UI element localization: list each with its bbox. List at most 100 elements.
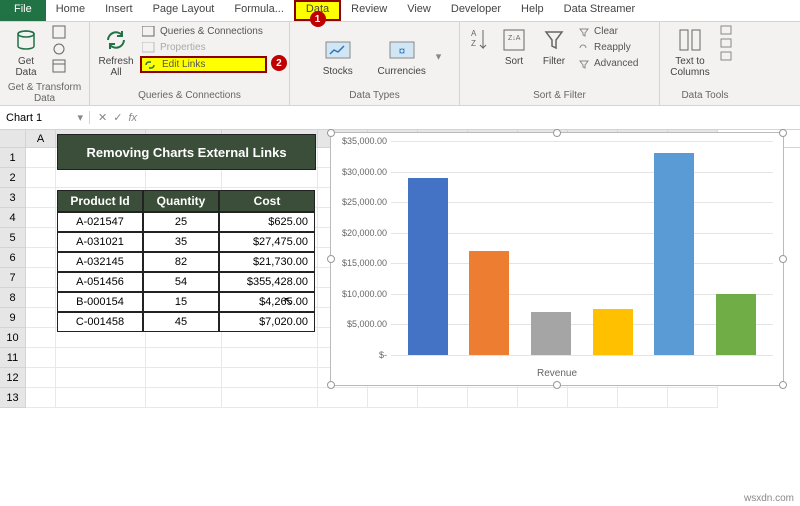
cell[interactable] bbox=[222, 368, 318, 388]
cell[interactable] bbox=[618, 388, 668, 408]
cell-quantity[interactable]: 54 bbox=[143, 272, 219, 292]
cell[interactable] bbox=[518, 388, 568, 408]
row-header[interactable]: 10 bbox=[0, 328, 26, 348]
cell[interactable] bbox=[368, 388, 418, 408]
cell[interactable] bbox=[26, 328, 56, 348]
cell-cost[interactable]: $4,265.00 bbox=[219, 292, 315, 312]
chart-plot-area[interactable]: $35,000.00$30,000.00$25,000.00$20,000.00… bbox=[391, 141, 773, 355]
cell-quantity[interactable]: 82 bbox=[143, 252, 219, 272]
datatypes-expand-icon[interactable]: ▾ bbox=[436, 50, 442, 63]
tab-insert[interactable]: Insert bbox=[95, 0, 143, 21]
cell-product-id[interactable]: A-032145 bbox=[57, 252, 143, 272]
cell-cost[interactable]: $7,020.00 bbox=[219, 312, 315, 332]
select-all-corner[interactable] bbox=[0, 130, 26, 147]
cell[interactable] bbox=[222, 348, 318, 368]
cell[interactable] bbox=[56, 388, 146, 408]
row-header[interactable]: 9 bbox=[0, 308, 26, 328]
cell-product-id[interactable]: B-000154 bbox=[57, 292, 143, 312]
cell[interactable] bbox=[56, 348, 146, 368]
cell[interactable] bbox=[26, 368, 56, 388]
row-header[interactable]: 11 bbox=[0, 348, 26, 368]
edit-links-button[interactable]: Edit Links 2 bbox=[140, 56, 267, 73]
row-header[interactable]: 5 bbox=[0, 228, 26, 248]
chart-bar[interactable] bbox=[593, 309, 633, 355]
get-data-button[interactable]: Get Data bbox=[6, 24, 46, 80]
chart-bar[interactable] bbox=[654, 153, 694, 355]
cell-product-id[interactable]: A-051456 bbox=[57, 272, 143, 292]
tab-view[interactable]: View bbox=[397, 0, 441, 21]
reapply-button[interactable]: Reapply bbox=[576, 40, 642, 55]
tab-formulas[interactable]: Formula... bbox=[224, 0, 294, 21]
cell[interactable] bbox=[26, 168, 56, 188]
tab-data-streamer[interactable]: Data Streamer bbox=[554, 0, 646, 21]
fx-icon[interactable]: fx bbox=[128, 112, 137, 124]
tab-home[interactable]: Home bbox=[46, 0, 95, 21]
cell[interactable] bbox=[56, 368, 146, 388]
chart-bar[interactable] bbox=[469, 251, 509, 355]
cell-quantity[interactable]: 35 bbox=[143, 232, 219, 252]
clear-button[interactable]: Clear bbox=[576, 24, 642, 39]
row-header[interactable]: 1 bbox=[0, 148, 26, 168]
row-header[interactable]: 8 bbox=[0, 288, 26, 308]
currencies-button[interactable]: ¤ Currencies bbox=[372, 34, 432, 79]
row-header[interactable]: 3 bbox=[0, 188, 26, 208]
cell[interactable] bbox=[318, 388, 368, 408]
cell-product-id[interactable]: A-031021 bbox=[57, 232, 143, 252]
tab-review[interactable]: Review bbox=[341, 0, 397, 21]
cell[interactable] bbox=[26, 208, 56, 228]
cell[interactable] bbox=[26, 348, 56, 368]
cell-product-id[interactable]: A-021547 bbox=[57, 212, 143, 232]
cell[interactable] bbox=[468, 388, 518, 408]
cell-cost[interactable]: $355,428.00 bbox=[219, 272, 315, 292]
cell[interactable] bbox=[418, 388, 468, 408]
row-header[interactable]: 2 bbox=[0, 168, 26, 188]
tab-developer[interactable]: Developer bbox=[441, 0, 511, 21]
queries-connections-button[interactable]: Queries & Connections bbox=[140, 24, 267, 39]
from-table-icon[interactable] bbox=[50, 58, 70, 74]
tab-page-layout[interactable]: Page Layout bbox=[143, 0, 225, 21]
cell-cost[interactable]: $27,475.00 bbox=[219, 232, 315, 252]
row-header[interactable]: 13 bbox=[0, 388, 26, 408]
from-web-icon[interactable] bbox=[50, 41, 70, 57]
cell[interactable] bbox=[668, 388, 718, 408]
flash-fill-icon[interactable] bbox=[718, 24, 736, 36]
sort-button[interactable]: Z↓A Sort bbox=[496, 24, 532, 69]
row-header[interactable]: 6 bbox=[0, 248, 26, 268]
name-box-dropdown-icon[interactable]: ▾ bbox=[77, 111, 83, 124]
tab-help[interactable]: Help bbox=[511, 0, 554, 21]
text-to-columns-button[interactable]: Text to Columns bbox=[666, 24, 714, 80]
tab-file[interactable]: File bbox=[0, 0, 46, 21]
name-box[interactable]: Chart 1 ▾ bbox=[0, 111, 90, 124]
chart-bar[interactable] bbox=[716, 294, 756, 355]
cell[interactable] bbox=[26, 288, 56, 308]
embedded-chart[interactable]: $35,000.00$30,000.00$25,000.00$20,000.00… bbox=[330, 132, 784, 386]
cell[interactable] bbox=[26, 228, 56, 248]
tab-data[interactable]: Data 1 bbox=[294, 0, 341, 21]
cell[interactable] bbox=[146, 368, 222, 388]
sort-az-button[interactable]: AZ bbox=[466, 24, 492, 56]
from-text-icon[interactable] bbox=[50, 24, 70, 40]
cell[interactable] bbox=[26, 248, 56, 268]
cell[interactable] bbox=[26, 308, 56, 328]
enter-icon[interactable]: ✓ bbox=[113, 111, 122, 124]
properties-button[interactable]: Properties bbox=[140, 40, 267, 55]
row-header[interactable]: 7 bbox=[0, 268, 26, 288]
remove-duplicates-icon[interactable] bbox=[718, 37, 736, 49]
cell[interactable] bbox=[146, 388, 222, 408]
chart-bar[interactable] bbox=[408, 178, 448, 355]
cell[interactable] bbox=[26, 148, 56, 168]
cell-quantity[interactable]: 15 bbox=[143, 292, 219, 312]
data-validation-icon[interactable] bbox=[718, 50, 736, 62]
cell[interactable] bbox=[146, 348, 222, 368]
cell-quantity[interactable]: 45 bbox=[143, 312, 219, 332]
cell[interactable] bbox=[568, 388, 618, 408]
cell[interactable] bbox=[26, 188, 56, 208]
cell-quantity[interactable]: 25 bbox=[143, 212, 219, 232]
cell[interactable] bbox=[222, 388, 318, 408]
cell-product-id[interactable]: C-001458 bbox=[57, 312, 143, 332]
row-header[interactable]: 12 bbox=[0, 368, 26, 388]
cell-cost[interactable]: $625.00 bbox=[219, 212, 315, 232]
column-header[interactable]: A bbox=[26, 130, 56, 147]
cell[interactable] bbox=[26, 268, 56, 288]
cell[interactable] bbox=[26, 388, 56, 408]
